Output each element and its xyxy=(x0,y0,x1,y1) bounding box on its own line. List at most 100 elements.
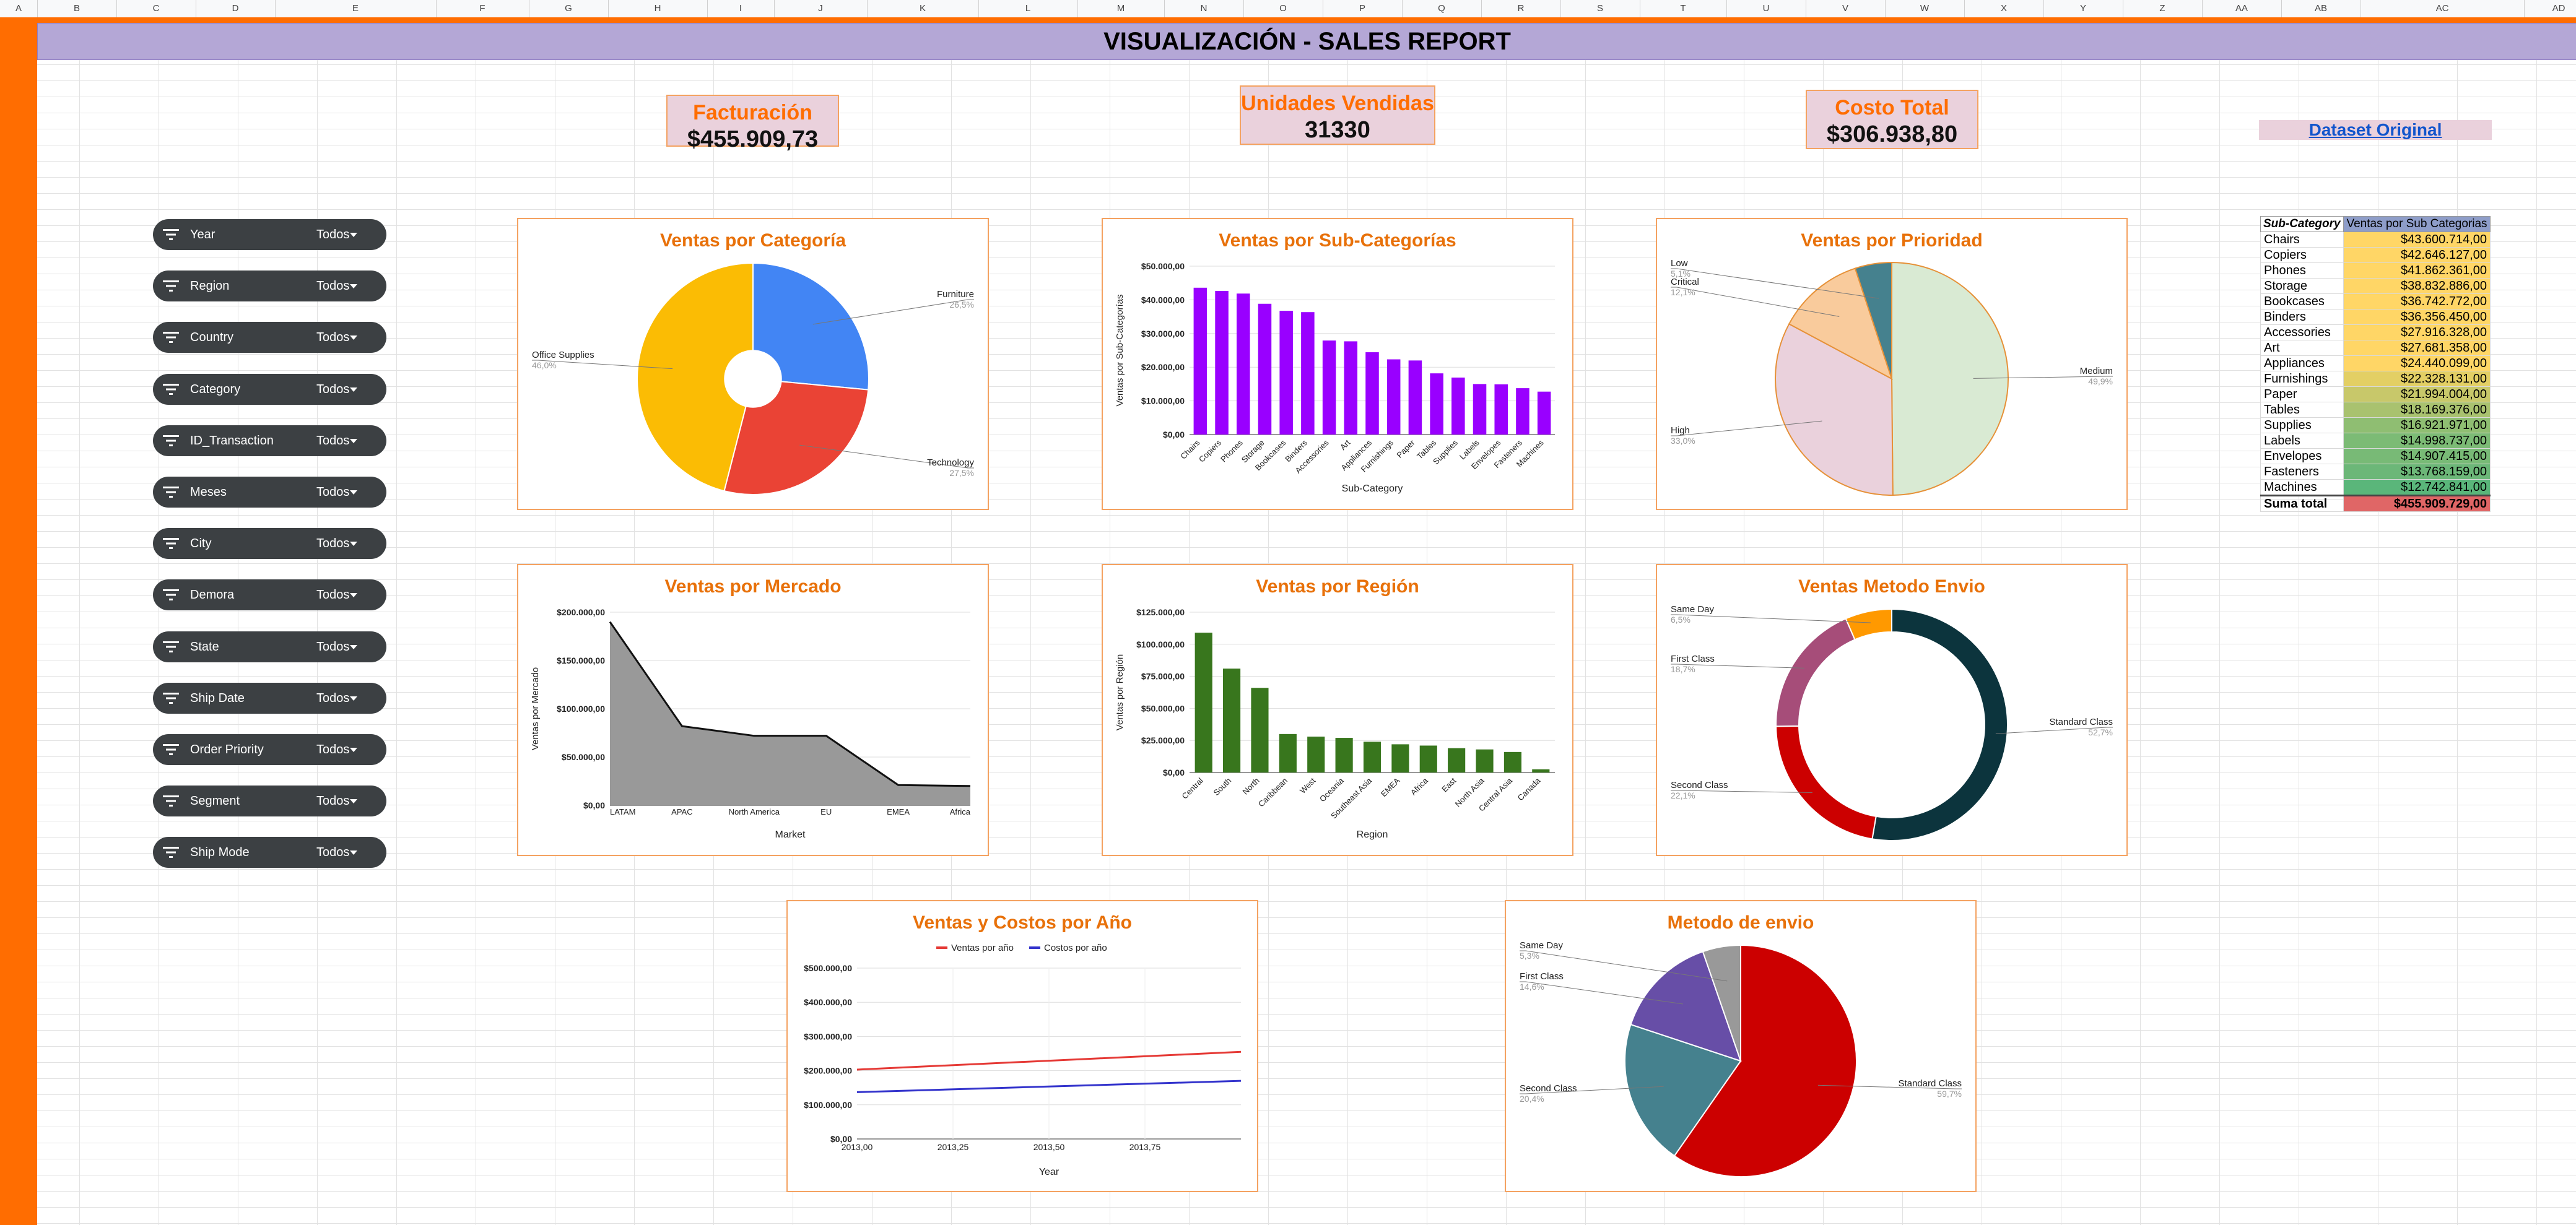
column-header[interactable]: I xyxy=(707,0,775,17)
pivot-cell-value[interactable]: $27.916.328,00 xyxy=(2343,324,2491,340)
filter-id-transaction[interactable]: ID_Transaction Todos xyxy=(153,425,386,456)
pivot-header-ventas[interactable]: Ventas por Sub Categorias xyxy=(2343,216,2491,232)
column-header[interactable]: V xyxy=(1806,0,1886,17)
filter-region[interactable]: Region Todos xyxy=(153,271,386,302)
pivot-cell-value[interactable]: $36.356.450,00 xyxy=(2343,309,2491,325)
filter-icon xyxy=(163,692,179,704)
pivot-cell-category[interactable]: Bookcases xyxy=(2260,293,2344,309)
filter-state[interactable]: State Todos xyxy=(153,631,386,662)
pivot-cell-category[interactable]: Furnishings xyxy=(2260,371,2344,387)
column-header[interactable]: AD xyxy=(2524,0,2576,17)
column-header[interactable]: Z xyxy=(2123,0,2203,17)
column-header[interactable]: U xyxy=(1726,0,1806,17)
pivot-cell-category[interactable]: Art xyxy=(2260,340,2344,356)
column-header[interactable]: O xyxy=(1243,0,1323,17)
filter-city[interactable]: City Todos xyxy=(153,528,386,560)
pivot-cell-value[interactable]: $16.921.971,00 xyxy=(2343,417,2491,433)
chart-ventas-metodo-envio[interactable]: Ventas Metodo Envio Standard Class 52,7% S… xyxy=(1656,564,2128,856)
column-header[interactable]: N xyxy=(1164,0,1244,17)
column-header[interactable]: L xyxy=(978,0,1078,17)
column-header[interactable]: D xyxy=(196,0,276,17)
pivot-cell-value[interactable]: $18.169.376,00 xyxy=(2343,402,2491,418)
chart-ventas-y-costos-por-anio[interactable]: Ventas y Costos por Año $0,00 $100.000,00… xyxy=(786,900,1258,1192)
chart-ventas-por-prioridad[interactable]: Ventas por Prioridad Medium 49,9% High 33,0… xyxy=(1656,218,2128,510)
pivot-cell-value[interactable]: $36.742.772,00 xyxy=(2343,293,2491,309)
filter-ship-mode[interactable]: Ship Mode Todos xyxy=(153,837,386,868)
pivot-cell-category[interactable]: Machines xyxy=(2260,479,2344,496)
pivot-cell-category[interactable]: Phones xyxy=(2260,262,2344,279)
column-header[interactable]: B xyxy=(37,0,117,17)
column-header[interactable]: AB xyxy=(2281,0,2361,17)
column-header[interactable]: F xyxy=(436,0,529,17)
chart-ventas-por-region[interactable]: Ventas por Región $0,00 $25.000,00 $50.000… xyxy=(1102,564,1573,856)
chart-metodo-de-envio[interactable]: Metodo de envio Standard Class 59,7% Secon… xyxy=(1505,900,1977,1192)
column-header[interactable]: M xyxy=(1077,0,1165,17)
column-header[interactable]: Y xyxy=(2043,0,2123,17)
pivot-cell-category[interactable]: Accessories xyxy=(2260,324,2344,340)
pivot-cell-value[interactable]: $13.768.159,00 xyxy=(2343,464,2491,480)
column-header[interactable]: S xyxy=(1560,0,1640,17)
filter-year[interactable]: Year Todos xyxy=(153,219,386,250)
pivot-cell-value[interactable]: $38.832.886,00 xyxy=(2343,278,2491,294)
pivot-total-value[interactable]: $455.909.729,00 xyxy=(2343,495,2491,512)
filter-order-priority[interactable]: Order Priority Todos xyxy=(153,734,386,765)
column-header[interactable]: J xyxy=(774,0,868,17)
pivot-cell-category[interactable]: Chairs xyxy=(2260,232,2344,248)
pivot-cell-category[interactable]: Supplies xyxy=(2260,417,2344,433)
column-header[interactable]: A xyxy=(0,0,38,17)
pivot-total-label[interactable]: Suma total xyxy=(2260,495,2344,512)
column-header[interactable]: R xyxy=(1481,0,1561,17)
kpi-unidades: Unidades Vendidas 31330 xyxy=(1240,85,1435,145)
column-header[interactable]: P xyxy=(1323,0,1403,17)
pivot-cell-category[interactable]: Appliances xyxy=(2260,355,2344,371)
pivot-cell-category[interactable]: Fasteners xyxy=(2260,464,2344,480)
table-row: Chairs $43.600.714,00 xyxy=(2260,232,2491,248)
pivot-header-subcategory[interactable]: Sub-Category xyxy=(2260,216,2344,232)
pivot-cell-value[interactable]: $42.646.127,00 xyxy=(2343,247,2491,263)
pivot-cell-value[interactable]: $43.600.714,00 xyxy=(2343,232,2491,248)
dataset-original-link[interactable]: Dataset Original xyxy=(2259,120,2492,140)
pivot-cell-value[interactable]: $24.440.099,00 xyxy=(2343,355,2491,371)
column-header[interactable]: K xyxy=(867,0,979,17)
pivot-cell-category[interactable]: Tables xyxy=(2260,402,2344,418)
pivot-cell-value[interactable]: $41.862.361,00 xyxy=(2343,262,2491,279)
column-header[interactable]: E xyxy=(275,0,437,17)
chart-ventas-por-subcategorias[interactable]: Ventas por Sub-Categorías $0,00 $10.000,0… xyxy=(1102,218,1573,510)
column-header[interactable]: H xyxy=(608,0,708,17)
column-header[interactable]: G xyxy=(529,0,609,17)
filter-segment[interactable]: Segment Todos xyxy=(153,786,386,817)
chart-ventas-por-mercado[interactable]: Ventas por Mercado $0,00 $50.000,00 $100.0… xyxy=(517,564,989,856)
y-axis-title: Ventas por Región xyxy=(1115,654,1125,730)
column-header[interactable]: X xyxy=(1964,0,2044,17)
filter-label: ID_Transaction xyxy=(190,433,274,448)
column-header[interactable]: W xyxy=(1885,0,1965,17)
bar xyxy=(1473,384,1487,435)
pivot-cell-category[interactable]: Paper xyxy=(2260,386,2344,402)
chevron-down-icon xyxy=(350,851,357,855)
column-header[interactable]: AC xyxy=(2361,0,2525,17)
filter-meses[interactable]: Meses Todos xyxy=(153,477,386,508)
pivot-cell-value[interactable]: $12.742.841,00 xyxy=(2343,479,2491,496)
pivot-cell-category[interactable]: Envelopes xyxy=(2260,448,2344,464)
column-header[interactable]: T xyxy=(1640,0,1727,17)
pivot-cell-value[interactable]: $22.328.131,00 xyxy=(2343,371,2491,387)
filter-category[interactable]: Category Todos xyxy=(153,373,386,405)
pivot-cell-value[interactable]: $21.994.004,00 xyxy=(2343,386,2491,402)
pivot-cell-value[interactable]: $27.681.358,00 xyxy=(2343,340,2491,356)
chart-ventas-por-categoria[interactable]: Ventas por Categoría Furniture 26,5% Techn… xyxy=(517,218,989,510)
pivot-cell-category[interactable]: Storage xyxy=(2260,278,2344,294)
filter-country[interactable]: Country Todos xyxy=(153,322,386,353)
filter-demora[interactable]: Demora Todos xyxy=(153,579,386,611)
column-header[interactable]: C xyxy=(116,0,196,17)
pivot-cell-category[interactable]: Binders xyxy=(2260,309,2344,325)
filter-value: Todos xyxy=(316,331,350,345)
bar xyxy=(1448,748,1466,773)
filter-ship-date[interactable]: Ship Date Todos xyxy=(153,682,386,714)
pivot-cell-value[interactable]: $14.998.737,00 xyxy=(2343,433,2491,449)
column-header[interactable]: AA xyxy=(2202,0,2282,17)
pivot-cell-value[interactable]: $14.907.415,00 xyxy=(2343,448,2491,464)
column-header[interactable]: Q xyxy=(1402,0,1482,17)
bar xyxy=(1494,384,1508,435)
pivot-cell-category[interactable]: Labels xyxy=(2260,433,2344,449)
pivot-cell-category[interactable]: Copiers xyxy=(2260,247,2344,263)
